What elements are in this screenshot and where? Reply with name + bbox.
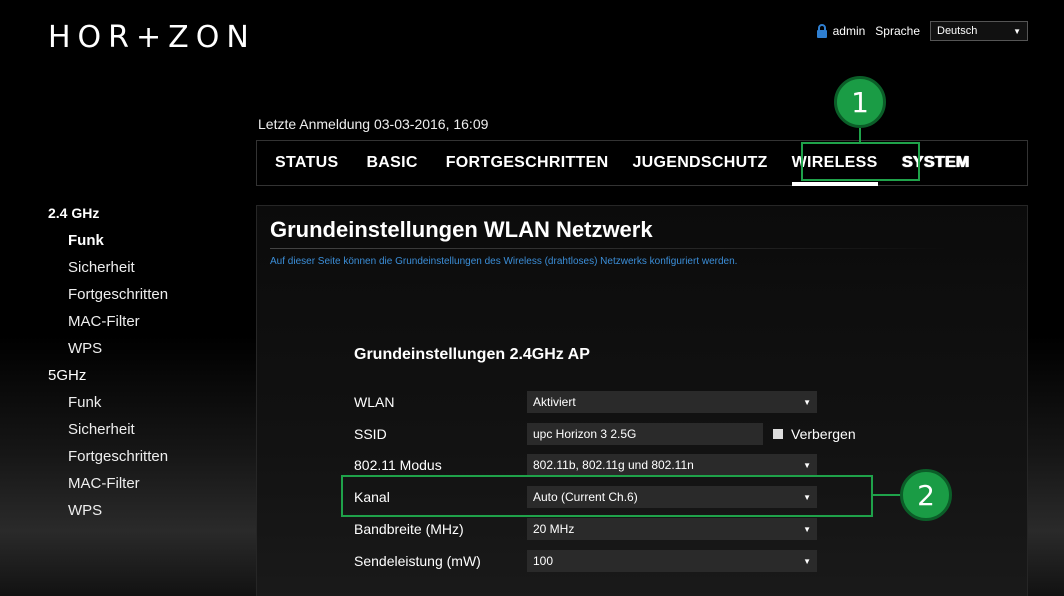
- last-login-text: Letzte Anmeldung 03-03-2016, 16:09: [258, 116, 489, 132]
- ssid-input[interactable]: upc Horizon 3 2.5G: [527, 423, 763, 445]
- chevron-down-icon: ▼: [1013, 26, 1021, 36]
- sidebar-item-mac-filter-5[interactable]: MAC-Filter: [48, 475, 168, 502]
- highlight-wireless-tab: [801, 142, 920, 181]
- lock-icon: [816, 24, 827, 38]
- hide-ssid-checkbox[interactable]: [773, 429, 783, 439]
- chevron-down-icon: ▼: [803, 524, 811, 534]
- callout-badge-1: 1: [834, 76, 886, 128]
- sidebar-group-5ghz: 5GHz: [48, 367, 87, 384]
- tab-basic[interactable]: BASIC: [366, 140, 417, 186]
- hide-ssid-label: Verbergen: [791, 426, 856, 442]
- sidebar-item-mac-filter-24[interactable]: MAC-Filter: [48, 313, 168, 340]
- callout-connector-2: [872, 494, 902, 496]
- mode-select[interactable]: 802.11b, 802.11g und 802.11n ▼: [527, 454, 817, 476]
- sidebar-item-funk-24[interactable]: Funk: [48, 232, 168, 259]
- sidebar-item-fortgeschritten-24[interactable]: Fortgeschritten: [48, 286, 168, 313]
- power-label: Sendeleistung (mW): [354, 553, 481, 569]
- language-select[interactable]: Deutsch ▼: [930, 21, 1028, 41]
- mode-value: 802.11b, 802.11g und 802.11n: [533, 458, 694, 472]
- title-divider: [270, 248, 947, 249]
- language-value: Deutsch: [937, 25, 978, 37]
- ssid-value: upc Horizon 3 2.5G: [533, 427, 637, 441]
- chevron-down-icon: ▼: [803, 460, 811, 470]
- wlan-value: Aktiviert: [533, 395, 576, 409]
- form-row-mode: 802.11 Modus 802.11b, 802.11g und 802.11…: [354, 454, 817, 476]
- bandwidth-value: 20 MHz: [533, 522, 575, 536]
- sidebar-group-2-4ghz: 2.4 GHz: [48, 205, 100, 221]
- form-row-bandwidth: Bandbreite (MHz) 20 MHz ▼: [354, 518, 817, 540]
- bandwidth-label: Bandbreite (MHz): [354, 521, 464, 537]
- bandwidth-select[interactable]: 20 MHz ▼: [527, 518, 817, 540]
- callout-badge-2: 2: [900, 469, 952, 521]
- sidebar-item-wps-24[interactable]: WPS: [48, 340, 168, 367]
- tab-status[interactable]: STATUS: [275, 140, 338, 186]
- callout-connector-1: [859, 128, 861, 143]
- chevron-down-icon: ▼: [803, 556, 811, 566]
- content-panel: Grundeinstellungen WLAN Netzwerk Auf die…: [256, 205, 1028, 596]
- form-row-wlan: WLAN Aktiviert ▼: [354, 391, 817, 413]
- page-title: Grundeinstellungen WLAN Netzwerk: [270, 217, 653, 242]
- user-indicator: admin: [815, 24, 866, 38]
- chevron-down-icon: ▼: [803, 397, 811, 407]
- tab-jugendschutz[interactable]: JUGENDSCHUTZ: [632, 140, 767, 186]
- top-bar: admin Sprache Deutsch ▼: [815, 20, 1028, 42]
- ssid-label: SSID: [354, 426, 387, 442]
- wlan-label: WLAN: [354, 394, 395, 410]
- sidebar: 2.4 GHz Funk Sicherheit Fortgeschritten …: [48, 205, 168, 529]
- form-row-ssid: SSID upc Horizon 3 2.5G Verbergen: [354, 423, 856, 445]
- tab-fortgeschritten[interactable]: FORTGESCHRITTEN: [446, 140, 609, 186]
- page-description: Auf dieser Seite können die Grundeinstel…: [270, 256, 738, 267]
- sidebar-item-sicherheit-24[interactable]: Sicherheit: [48, 259, 168, 286]
- wlan-select[interactable]: Aktiviert ▼: [527, 391, 817, 413]
- horizon-logo: HOR+ZON: [48, 20, 256, 55]
- mode-label: 802.11 Modus: [354, 457, 442, 473]
- sidebar-item-wps-5[interactable]: WPS: [48, 502, 168, 529]
- sidebar-item-sicherheit-5[interactable]: Sicherheit: [48, 421, 168, 448]
- language-label: Sprache: [875, 24, 920, 38]
- section-title: Grundeinstellungen 2.4GHz AP: [354, 346, 590, 363]
- hide-ssid-option: Verbergen: [773, 426, 856, 442]
- highlight-channel-row: [341, 475, 873, 517]
- sidebar-item-fortgeschritten-5[interactable]: Fortgeschritten: [48, 448, 168, 475]
- power-value: 100: [533, 554, 554, 568]
- power-select[interactable]: 100 ▼: [527, 550, 817, 572]
- username[interactable]: admin: [833, 24, 866, 38]
- sidebar-item-funk-5[interactable]: Funk: [48, 394, 168, 421]
- form-row-power: Sendeleistung (mW) 100 ▼: [354, 550, 817, 572]
